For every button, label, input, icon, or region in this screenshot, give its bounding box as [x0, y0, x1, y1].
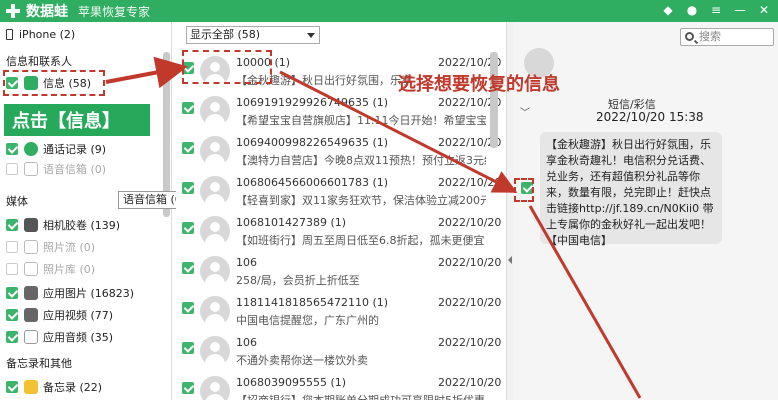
avatar — [200, 296, 230, 326]
app-photos-checkbox[interactable] — [6, 287, 18, 299]
video-icon — [24, 308, 38, 322]
avatar — [200, 176, 230, 206]
music-note-icon — [24, 330, 38, 344]
avatar — [200, 376, 230, 400]
item-checkbox[interactable] — [182, 302, 194, 314]
sidebar-item-photo-stream[interactable]: 照片流 (0) — [6, 238, 95, 256]
photo-library-checkbox[interactable] — [6, 263, 18, 275]
diamond-icon[interactable]: ◆ — [660, 2, 676, 18]
item-checkbox[interactable] — [182, 382, 194, 394]
list-item[interactable]: 1068039095555 (1) 2022/10/20 【招商银行】您本期账单… — [176, 372, 501, 400]
close-icon[interactable]: ✕ — [756, 2, 772, 18]
highlight-detail-checkbox — [514, 178, 534, 202]
sidebar-item-notes[interactable]: 备忘录 (22) — [6, 378, 102, 396]
menu-icon[interactable]: ≡ — [708, 2, 724, 18]
voicemail-icon — [24, 162, 38, 176]
camera-roll-checkbox[interactable] — [6, 219, 18, 231]
app-videos-checkbox[interactable] — [6, 309, 18, 321]
photo-stream-checkbox[interactable] — [6, 241, 18, 253]
minimize-icon[interactable]: — — [732, 2, 748, 18]
sidebar-item-app-videos[interactable]: 应用视频 (77) — [6, 306, 113, 324]
chevron-down-icon — [307, 33, 315, 38]
notes-icon — [24, 380, 38, 394]
click-messages-callout: 点击【信息】 — [4, 104, 150, 136]
item-checkbox[interactable] — [182, 182, 194, 194]
photo-stream-icon — [24, 240, 38, 254]
section-memo: 备忘录和其他 — [6, 357, 72, 370]
avatar — [200, 96, 230, 126]
section-messages: 信息和联系人 — [6, 55, 72, 68]
list-item[interactable]: 1069400998226549635 (1) 2022/10/20 【澳特力自… — [176, 132, 501, 172]
phone-call-icon — [24, 142, 38, 156]
list-item[interactable]: 106 2022/10/20 不通外卖帮你送一楼饮外卖 — [176, 332, 501, 372]
item-checkbox[interactable] — [182, 142, 194, 154]
item-checkbox[interactable] — [182, 102, 194, 114]
chevron-down-icon[interactable]: ﹀ — [520, 104, 530, 119]
list-item[interactable]: 1068064566006601783 (1) 2022/10/20 【轻喜到家… — [176, 172, 501, 212]
list-scrollbar[interactable] — [490, 52, 498, 148]
title-bar: 数据蛙 苹果恢复专家 ◆ ● ≡ — ✕ — [0, 0, 778, 22]
sidebar-item-photo-library[interactable]: 照片库 (0) — [6, 260, 95, 278]
calls-checkbox[interactable] — [6, 143, 18, 155]
sidebar-device[interactable]: iPhone (2) — [6, 25, 75, 43]
avatar — [200, 336, 230, 366]
filter-dropdown[interactable]: 显示全部 (58) — [186, 26, 320, 44]
sidebar-item-voicemail[interactable]: 语音信箱 (0) — [6, 160, 106, 178]
avatar — [200, 256, 230, 286]
item-checkbox[interactable] — [182, 342, 194, 354]
highlight-messages — [3, 70, 105, 96]
app-audio-checkbox[interactable] — [6, 331, 18, 343]
message-time: 2022/10/20 15:38 — [596, 110, 704, 124]
highlight-first-message — [182, 50, 272, 84]
list-item[interactable]: 1069191929926749635 (1) 2022/10/20 【希望宝宝… — [176, 92, 501, 132]
collapse-arrow-icon[interactable] — [508, 256, 512, 264]
section-media: 媒体 — [6, 195, 28, 208]
avatar — [200, 136, 230, 166]
list-item[interactable]: 106 2022/10/20 258/局，会员折上折低至 — [176, 252, 501, 292]
app-name: 数据蛙 — [26, 4, 68, 20]
notes-checkbox[interactable] — [6, 381, 18, 393]
phone-icon — [6, 28, 13, 40]
chat-icon[interactable]: ● — [684, 2, 700, 18]
sidebar-item-app-photos[interactable]: 应用图片 (16823) — [6, 284, 134, 302]
plus-icon — [4, 2, 22, 20]
sidebar-item-app-audio[interactable]: 应用音频 (35) — [6, 328, 113, 346]
message-bubble: 【金秋趣游】秋日出行好氛围，乐享金秋奇趣礼！电信积分兑话费、兑业务，还有超值积分… — [540, 132, 722, 247]
photo-library-icon — [24, 262, 38, 276]
voicemail-checkbox[interactable] — [6, 163, 18, 175]
list-item[interactable]: 1068101427389 (1) 2022/10/20 【如班街行】周五至周日… — [176, 212, 501, 252]
image-icon — [24, 286, 38, 300]
item-checkbox[interactable] — [182, 262, 194, 274]
item-checkbox[interactable] — [182, 222, 194, 234]
sidebar-item-camera-roll[interactable]: 相机胶卷 (139) — [6, 216, 120, 234]
list-item[interactable]: 1181141818565472110 (1) 2022/10/20 中国电信提… — [176, 292, 501, 332]
sidebar-item-calls[interactable]: 通话记录 (9) — [6, 140, 106, 158]
search-icon — [685, 32, 694, 41]
select-message-callout: 选择想要恢复的信息 — [398, 74, 560, 95]
search-input[interactable]: 搜索 — [680, 28, 774, 46]
camera-icon — [24, 218, 38, 232]
app-subtitle: 苹果恢复专家 — [78, 4, 151, 19]
app-logo: 数据蛙 — [4, 1, 68, 21]
avatar — [200, 216, 230, 246]
